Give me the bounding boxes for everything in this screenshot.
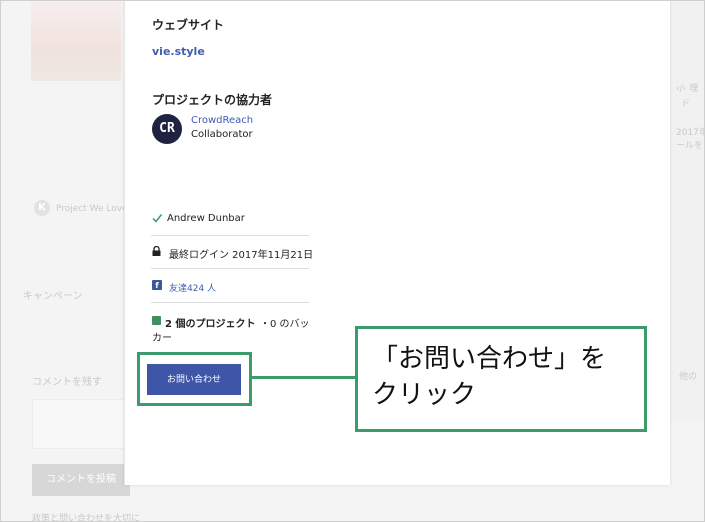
project-icon: [152, 316, 161, 325]
screenshot-frame: K Project We Love キャンペーン コメントを残す コメントを投稿…: [0, 0, 705, 522]
project-we-love-icon: K: [34, 200, 50, 216]
divider: [151, 302, 309, 303]
embed-fragment: ‹/› 埋: [676, 84, 699, 94]
check-icon: [152, 214, 162, 223]
collaborator-role: Collaborator: [191, 129, 253, 140]
crowdreach-avatar[interactable]: CR: [152, 114, 182, 144]
website-link[interactable]: vie.style: [152, 45, 205, 58]
divider: [151, 235, 309, 236]
website-heading: ウェブサイト: [152, 18, 225, 32]
backers-count-wrap: カー: [152, 333, 172, 344]
right-fragment: ールを: [676, 141, 704, 151]
project-we-love-label: Project We Love: [56, 204, 128, 214]
comment-heading: コメントを残す: [32, 377, 102, 388]
collaborator-name[interactable]: CrowdReach: [191, 115, 253, 126]
last-login: 最終ログイン 2017年11月21日: [169, 250, 314, 261]
projects-count[interactable]: 2 個のプロジェクト: [165, 315, 255, 330]
divider: [151, 268, 309, 269]
hero-image: [31, 1, 121, 81]
annotation-callout: 「お問い合わせ」を クリック: [355, 326, 647, 432]
annotation-line-2: クリック: [372, 380, 477, 410]
facebook-icon: f: [152, 280, 162, 290]
callout-connector: [252, 376, 356, 379]
right-fragment: ド: [681, 99, 691, 109]
facebook-friends-link[interactable]: 友達424 人: [169, 281, 216, 294]
footer-text: 政策と問い合わせを大切に: [32, 514, 141, 522]
post-comment-button[interactable]: コメントを投稿: [32, 464, 130, 496]
right-fragment: 他の: [679, 372, 698, 382]
right-column: [669, 1, 704, 421]
campaign-tab[interactable]: キャンペーン: [23, 287, 83, 302]
contact-button[interactable]: お問い合わせ: [147, 364, 241, 395]
collaborators-heading: プロジェクトの協力者: [152, 93, 273, 107]
right-fragment: 2017年: [676, 128, 705, 138]
comment-input[interactable]: [32, 399, 129, 449]
lock-icon: [152, 246, 161, 256]
backers-count: ・0 のバッ: [260, 319, 310, 330]
verified-name: Andrew Dunbar: [167, 213, 245, 224]
annotation-line-1: 「お問い合わせ」を: [372, 344, 607, 374]
